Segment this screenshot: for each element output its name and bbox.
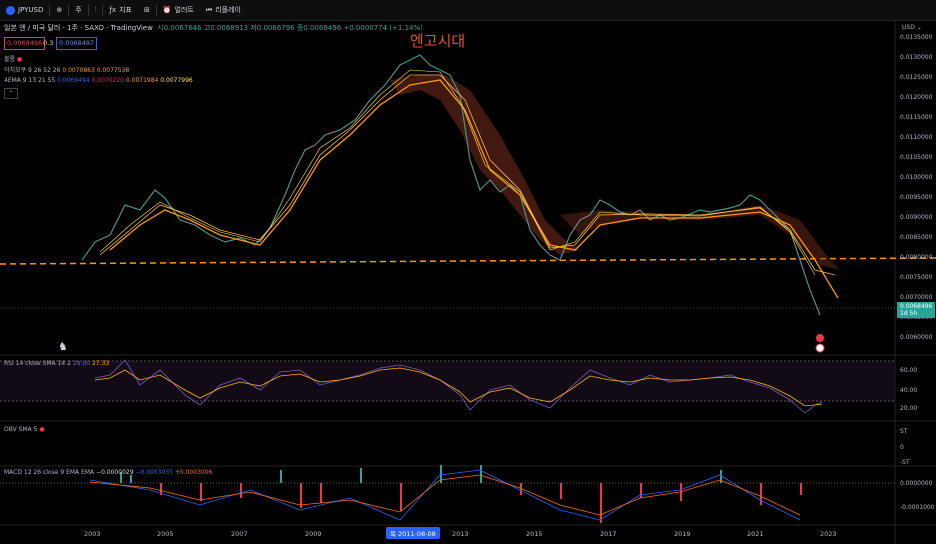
macd-hist-value: −0.0000029 [96, 469, 134, 476]
time-tick: 2009 [305, 530, 322, 538]
replay-icon: ⏮ [205, 5, 213, 14]
price-tick: 0.0135000 [900, 34, 933, 41]
price-tick: 0.0105000 [900, 154, 933, 161]
time-tick: 2007 [231, 530, 248, 538]
rsi-label: RSI 14 close SMA 14 2 [4, 360, 71, 367]
tradingview-logo-icon: ♞ [58, 340, 68, 353]
obv-legend[interactable]: OBV SMA 5 ● [4, 426, 45, 433]
time-tick: 2005 [157, 530, 174, 538]
alert-label: 얼러트 [174, 6, 194, 14]
rsi-value: 28.00 [72, 360, 91, 367]
price-tick: 0.0090000 [900, 214, 933, 221]
kijun-line [99, 74, 836, 276]
chart-canvas[interactable] [0, 20, 936, 544]
event-marker [816, 334, 824, 342]
currency-text: USD [902, 24, 915, 31]
symbol-label: JPYUSD [18, 6, 44, 14]
macd-legend[interactable]: MACD 12 26 close 9 EMA EMA −0.0000029 −0… [4, 469, 212, 476]
price-tick: 0.0085000 [900, 234, 933, 241]
price-tick: 0.0100000 [900, 174, 933, 181]
interval-button[interactable]: 주 [69, 0, 87, 20]
macd-tick: 0.0000000 [900, 480, 933, 487]
macd-tick: -0.0001000 [900, 504, 935, 511]
alert-dot-icon: ● [39, 426, 45, 433]
rsi-tick: 40.00 [900, 387, 918, 394]
last-price-tag: 0.0068496 1d 5h [897, 302, 936, 318]
interval-label: 주 [75, 6, 82, 14]
rsi-legend[interactable]: RSI 14 close SMA 14 2 28.00 27.33 [4, 360, 109, 367]
last-price-value: 0.0068496 [900, 303, 933, 310]
plus-circle-icon: ⊕ [56, 6, 63, 14]
chart-type-button[interactable]: ⫶ [89, 0, 103, 20]
currency-label[interactable]: USD ⌄ [902, 24, 922, 31]
time-tick: 2023 [820, 530, 837, 538]
indicators-button[interactable]: ƒx 지표 [103, 0, 138, 20]
macd-label: MACD 12 26 close 9 EMA EMA [4, 469, 95, 476]
time-tick: 2003 [84, 530, 101, 538]
indicators-icon: ƒx [109, 6, 117, 14]
macd-histogram [120, 465, 802, 523]
compare-button[interactable]: ⊕ [50, 0, 68, 20]
macd-value: −0.0003035 [135, 469, 173, 476]
event-marker [815, 343, 825, 353]
replay-label: 리플레이 [215, 6, 241, 14]
alert-button[interactable]: ⏰ 얼러트 [157, 0, 200, 20]
candles-icon: ⫶ [94, 5, 97, 14]
time-tick: 2015 [526, 530, 543, 538]
replay-button[interactable]: ⏮ 리플레이 [200, 0, 247, 20]
price-tick: 0.0120000 [900, 94, 933, 101]
horizontal-level-line [0, 257, 936, 265]
price-tick: 0.0110000 [900, 134, 933, 141]
rsi-tick: 60.00 [900, 367, 918, 374]
indicators-label: 지표 [119, 6, 132, 14]
price-tick: 0.0080000 [900, 254, 933, 261]
price-tick: 0.0060000 [900, 334, 933, 341]
macd-signal-value: +0.0003006 [174, 469, 213, 476]
symbol-search[interactable]: JPYUSD [0, 0, 49, 20]
price-tick: 0.0070000 [900, 294, 933, 301]
time-tick: 2017 [600, 530, 617, 538]
grid-icon: ⊞ [143, 6, 150, 14]
price-tick: 0.0130000 [900, 54, 933, 61]
price-tick: 0.0115000 [900, 114, 933, 121]
macd-line [89, 469, 801, 521]
obv-label: OBV SMA 5 [4, 426, 38, 433]
obv-tick: ST [900, 428, 908, 435]
bar-countdown: 1d 5h [900, 310, 918, 317]
rsi-sma-value: 27.33 [91, 360, 110, 367]
symbol-logo-icon [6, 5, 15, 15]
time-tick: 2019 [674, 530, 691, 538]
layout-button[interactable]: ⊞ [138, 0, 156, 20]
price-tick: 0.0125000 [900, 74, 933, 81]
price-tick: 0.0095000 [900, 194, 933, 201]
alarm-icon: ⏰ [162, 6, 172, 14]
crosshair-date-label: 목 2011-08-08 [386, 527, 440, 539]
obv-tick: -ST [900, 459, 910, 466]
rsi-band [0, 361, 895, 401]
rsi-tick: 20.00 [900, 405, 918, 412]
time-tick: 2021 [747, 530, 764, 538]
macd-signal-line [89, 474, 801, 516]
time-tick: 2013 [452, 530, 469, 538]
price-tick: 0.0075000 [900, 274, 933, 281]
top-toolbar: JPYUSD ⊕ 주 ⫶ ƒx 지표 ⊞ ⏰ 얼러트 ⏮ 리플레이 [0, 0, 936, 21]
obv-tick: 0 [900, 444, 904, 451]
